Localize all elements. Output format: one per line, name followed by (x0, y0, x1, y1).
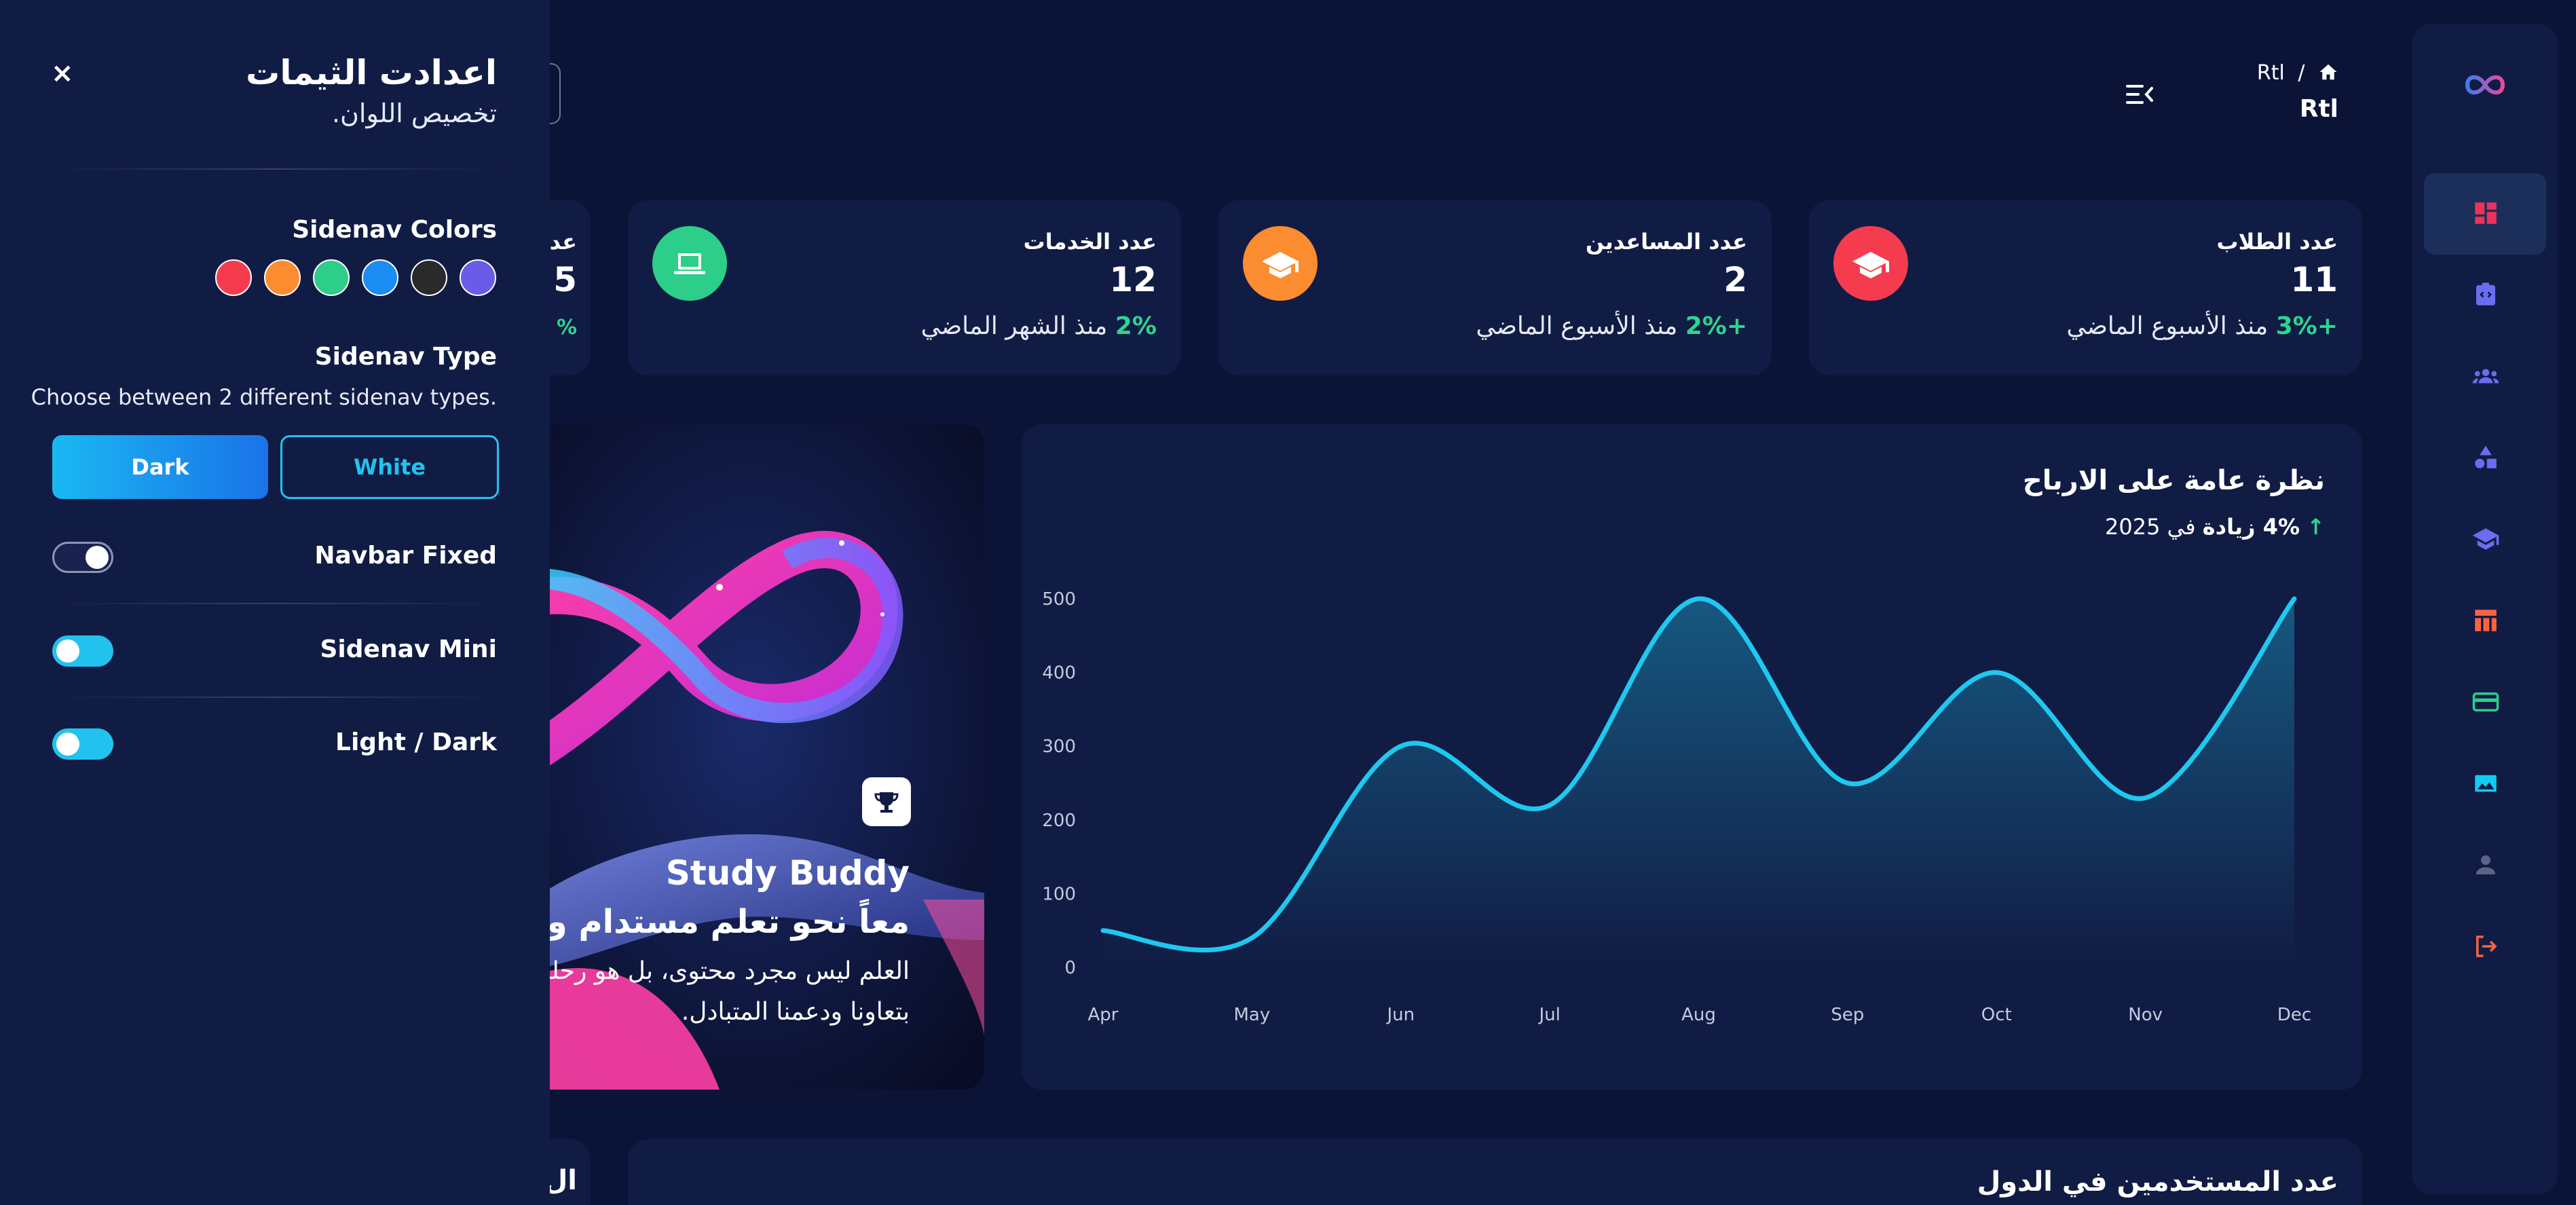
shapes-icon[interactable] (2471, 443, 2500, 472)
breadcrumb-separator: / (2298, 61, 2305, 85)
stat-card-assistants: عدد المساعدين 2 +2% منذ الأسبوع الماضي (1218, 200, 1772, 375)
x-tick-label: Apr (1088, 1005, 1119, 1025)
y-tick-label: 300 (1042, 737, 1076, 757)
sidenav-type-label: Sidenav Type (314, 343, 497, 371)
color-swatch-green[interactable] (313, 259, 350, 296)
hero-text-line2: بتعاونا ودعمنا المتبادل. (681, 998, 910, 1026)
stat-footer: +3% منذ الأسبوع الماضي (2066, 312, 2338, 340)
x-tick-label: Jun (1385, 1005, 1415, 1025)
sidenav-type-desc: Choose between 2 different sidenav types… (31, 384, 497, 410)
sidenav-colors-label: Sidenav Colors (292, 216, 497, 244)
x-tick-label: Aug (1681, 1005, 1716, 1025)
credit-card-icon[interactable] (2471, 688, 2500, 716)
navbar-fixed-toggle[interactable] (52, 542, 113, 573)
x-tick-label: May (1233, 1005, 1270, 1025)
color-swatch-blue[interactable] (362, 259, 398, 296)
breadcrumb: Rtl / (2240, 61, 2338, 88)
divider (51, 168, 499, 170)
stat-footer: 2% منذ الشهر الماضي (920, 312, 1157, 340)
divider (51, 697, 499, 698)
sidenav-dark-button[interactable]: Dark (52, 435, 268, 499)
breadcrumb-page[interactable]: Rtl (2257, 61, 2285, 85)
light-dark-toggle[interactable] (52, 728, 113, 760)
y-tick-label: 0 (1064, 958, 1076, 978)
stat-value: 5 (553, 260, 577, 299)
home-icon[interactable] (2318, 62, 2338, 82)
users-by-country-card: عدد المستخدمين في الدول (628, 1139, 2362, 1205)
study-buddy-card: Study Buddy معاً نحو تعلم مستدام ومش الع… (516, 424, 984, 1090)
assignment-icon[interactable] (2471, 280, 2500, 309)
earnings-chart-card: نظرة عامة على الارباح ↑ 4% زيادة في 2025… (1022, 424, 2362, 1090)
stat-title: عدد الطلاب (2216, 229, 2338, 255)
stat-value: 12 (1109, 260, 1157, 299)
stat-value: 11 (2290, 260, 2338, 299)
person-icon[interactable] (2471, 851, 2500, 879)
x-tick-label: Oct (1981, 1005, 2012, 1025)
sidenav (2412, 24, 2558, 1195)
dashboard-icon[interactable] (2471, 199, 2500, 227)
x-tick-label: Jul (1537, 1005, 1560, 1025)
infinity-logo-icon[interactable] (2461, 64, 2509, 105)
table-icon[interactable] (2471, 606, 2500, 635)
trophy-icon (862, 777, 911, 826)
stat-value: 2 (1723, 260, 1747, 299)
school-icon[interactable] (2471, 525, 2500, 553)
sidenav-toggle-icon[interactable] (2125, 81, 2154, 107)
line-chart: 0 100 200 300 400 500 Apr May Jun Jul Aug Sep Oct Nov… (1042, 589, 2311, 1025)
close-icon[interactable]: × (51, 58, 74, 89)
color-swatch-orange[interactable] (264, 259, 301, 296)
navbar-fixed-label: Navbar Fixed (314, 542, 497, 570)
sidenav-white-button[interactable]: White (280, 435, 499, 499)
color-swatch-purple[interactable] (460, 259, 496, 296)
stat-card-services: عدد الخدمات 12 2% منذ الشهر الماضي (628, 200, 1181, 375)
groups-icon[interactable] (2471, 362, 2500, 390)
x-tick-label: Sep (1831, 1005, 1864, 1025)
config-subtitle: تخصيص اللوان. (331, 98, 497, 128)
y-tick-label: 200 (1042, 811, 1076, 831)
hero-subtitle: معاً نحو تعلم مستدام ومش (516, 903, 910, 941)
hero-text-line1: العلم ليس مجرد محتوى، بل هو رحلة (538, 957, 910, 985)
divider (51, 603, 499, 604)
infinity-hero-image (516, 424, 984, 1090)
stat-card-students: عدد الطلاب 11 +3% منذ الأسبوع الماضي (1809, 200, 2362, 375)
theme-config-panel: × اعدادت الثيمات تخصيص اللوان. Sidenav C… (0, 0, 550, 1205)
laptop-icon (652, 226, 727, 301)
color-swatch-dark[interactable] (411, 259, 447, 296)
logout-icon[interactable] (2471, 932, 2500, 961)
stat-title: عدد المساعدين (1585, 229, 1747, 255)
stat-footer: % (556, 316, 577, 339)
users-by-country-title: عدد المستخدمين في الدول (1977, 1166, 2338, 1198)
y-tick-label: 400 (1042, 663, 1076, 684)
sidenav-mini-toggle[interactable] (52, 635, 113, 667)
color-swatch-red[interactable] (215, 259, 252, 296)
image-icon[interactable] (2471, 769, 2500, 798)
graduation-cap-icon (1243, 226, 1318, 301)
config-title: اعدادت الثيمات (246, 53, 497, 92)
hero-title: Study Buddy (665, 853, 910, 893)
x-tick-label: Dec (2277, 1005, 2311, 1025)
light-dark-label: Light / Dark (335, 728, 497, 756)
stat-title: عدد الخدمات (1023, 229, 1157, 255)
x-tick-label: Nov (2128, 1005, 2163, 1025)
page-title: Rtl (2299, 95, 2338, 123)
stat-footer: +2% منذ الأسبوع الماضي (1476, 312, 1747, 340)
sidenav-mini-label: Sidenav Mini (320, 635, 497, 663)
y-tick-label: 100 (1042, 884, 1076, 904)
stat-title: عد (549, 229, 577, 255)
y-tick-label: 500 (1042, 589, 1076, 610)
graduation-cap-icon (1833, 226, 1908, 301)
